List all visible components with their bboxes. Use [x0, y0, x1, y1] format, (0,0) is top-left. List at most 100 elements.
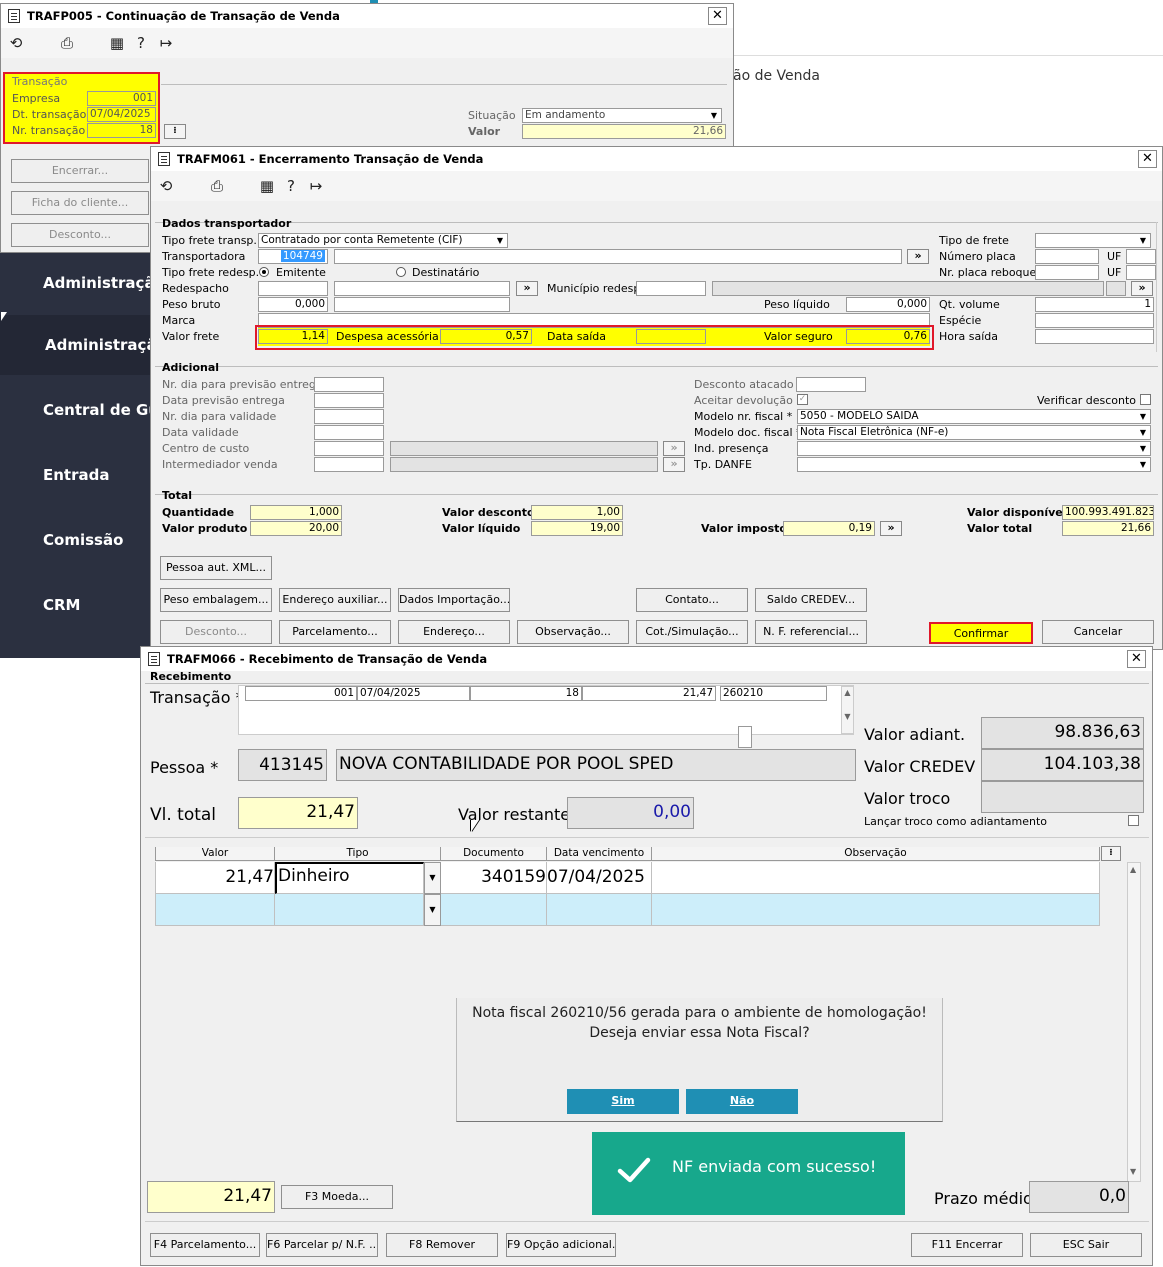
- f9-opcao-button[interactable]: F9 Opção adicional...: [506, 1233, 616, 1257]
- f8-remover-button[interactable]: F8 Remover: [386, 1233, 498, 1257]
- close-icon[interactable]: ✕: [708, 7, 727, 25]
- desconto-button[interactable]: Desconto...: [11, 223, 149, 247]
- nav-item-administracao-2[interactable]: Administração: [0, 315, 150, 375]
- valor-frete-field[interactable]: 1,14: [258, 329, 328, 344]
- f6-parcelar-button[interactable]: F6 Parcelar p/ N.F. ...: [266, 1233, 378, 1257]
- ind-presenca-dropdown[interactable]: ▼: [797, 441, 1151, 456]
- row-vencimento[interactable]: 07/04/2025: [547, 862, 652, 894]
- nr-dia-prev-field[interactable]: [314, 377, 384, 392]
- desconto-061-button[interactable]: Desconto...: [160, 620, 272, 644]
- tp-danfe-dropdown[interactable]: ▼: [797, 457, 1151, 472]
- data-valid-field[interactable]: [314, 425, 384, 440]
- dialog-nao-button[interactable]: Não: [686, 1089, 798, 1114]
- nav-item-administracao-1[interactable]: Administração d: [0, 253, 150, 313]
- endereco-button[interactable]: Endereço...: [398, 620, 510, 644]
- nav-item-central-de-guia[interactable]: Central de Guia: [0, 380, 150, 440]
- transportadora-search-button[interactable]: »: [907, 249, 929, 264]
- nr-dia-valid-field[interactable]: [314, 409, 384, 424]
- chevron-down-icon[interactable]: ▼: [424, 894, 441, 926]
- peso-bruto-extra-field[interactable]: [334, 297, 510, 312]
- qt-volume-field[interactable]: 1: [1035, 297, 1154, 312]
- cancelar-button[interactable]: Cancelar: [1042, 620, 1154, 644]
- intermediador-search-button[interactable]: »: [663, 457, 685, 472]
- centro-custo-search-button[interactable]: »: [663, 441, 685, 456]
- col-header-valor[interactable]: Valor: [155, 847, 275, 861]
- valor-seguro-field[interactable]: 0,76: [846, 329, 930, 344]
- confirmar-button[interactable]: Confirmar: [929, 622, 1033, 644]
- situacao-dropdown[interactable]: Em andamento ▼: [522, 108, 722, 123]
- peso-liquido-field[interactable]: 0,000: [846, 297, 930, 312]
- saldo-credev-button[interactable]: Saldo CREDEV...: [755, 588, 867, 612]
- chevron-down-icon[interactable]: ▼: [424, 862, 441, 894]
- f3-moeda-button[interactable]: F3 Moeda...: [281, 1185, 393, 1209]
- col-header-observacao[interactable]: Observação: [652, 847, 1100, 861]
- verificar-desconto-checkbox[interactable]: [1140, 394, 1151, 405]
- close-icon[interactable]: ✕: [1127, 650, 1146, 668]
- peso-embalagem-button[interactable]: Peso embalagem...: [160, 588, 272, 612]
- modelo-doc-dropdown[interactable]: Nota Fiscal Eletrônica (NF-e) ▼: [797, 425, 1151, 440]
- print-icon[interactable]: ⎙: [208, 178, 226, 196]
- observacao-button[interactable]: Observação...: [517, 620, 629, 644]
- exit-icon[interactable]: ↦: [157, 35, 175, 53]
- col-header-documento[interactable]: Documento: [441, 847, 547, 861]
- numero-placa-field[interactable]: [1035, 249, 1099, 264]
- uf-field-2[interactable]: [1126, 265, 1156, 280]
- undo-icon[interactable]: ⟲: [7, 35, 25, 53]
- transacao-scroll-thumb[interactable]: [738, 726, 752, 748]
- transacao-search-button[interactable]: ⁝: [164, 124, 186, 139]
- encerrar-button[interactable]: Encerrar...: [11, 159, 149, 183]
- transacao-scrollbar[interactable]: ▲ ▼: [841, 686, 854, 734]
- close-icon[interactable]: ✕: [1138, 150, 1157, 168]
- aceitar-devolucao-checkbox[interactable]: ✓: [797, 394, 808, 405]
- endereco-auxiliar-button[interactable]: Endereço auxiliar...: [279, 588, 391, 612]
- nav-item-crm[interactable]: CRM: [0, 575, 150, 635]
- nav-item-entrada[interactable]: Entrada: [0, 445, 150, 505]
- new-row-valor[interactable]: [155, 894, 275, 926]
- data-prev-field[interactable]: [314, 393, 384, 408]
- despesa-field[interactable]: 0,57: [440, 329, 532, 344]
- especie-field[interactable]: [1035, 313, 1154, 328]
- calendar-icon[interactable]: ▦: [108, 35, 126, 53]
- undo-icon[interactable]: ⟲: [157, 178, 175, 196]
- parcelamento-button[interactable]: Parcelamento...: [279, 620, 391, 644]
- redespacho-search-button[interactable]: »: [516, 281, 538, 296]
- new-row-vencimento[interactable]: [547, 894, 652, 926]
- help-icon[interactable]: ?: [132, 35, 150, 53]
- tipo-frete-dropdown[interactable]: ▼: [1035, 233, 1151, 248]
- municipio-code-field[interactable]: [636, 281, 706, 296]
- calendar-icon[interactable]: ▦: [258, 178, 276, 196]
- uf-field-1[interactable]: [1126, 249, 1156, 264]
- municipio-search-button[interactable]: »: [1131, 281, 1153, 296]
- lancar-troco-checkbox[interactable]: [1128, 815, 1139, 826]
- tipo-frete-transp-dropdown[interactable]: Contratado por conta Remetente (CIF) ▼: [258, 233, 508, 248]
- modelo-fiscal-dropdown[interactable]: 5050 - MODELO SAIDA ▼: [797, 409, 1151, 424]
- dados-importacao-button[interactable]: Dados Importação...: [398, 588, 510, 612]
- pessoa-xml-button[interactable]: Pessoa aut. XML...: [160, 556, 272, 580]
- scroll-up-icon[interactable]: ▲: [1130, 865, 1136, 874]
- row-tipo[interactable]: Dinheiro: [275, 862, 424, 894]
- row-documento[interactable]: 340159: [441, 862, 547, 894]
- nf-referencial-button[interactable]: N. F. referencial...: [755, 620, 867, 644]
- grid-scrollbar[interactable]: ▲ ▼: [1127, 862, 1141, 1182]
- emitente-radio[interactable]: [259, 267, 269, 277]
- dialog-sim-button[interactable]: Sim: [567, 1089, 679, 1114]
- cot-simulacao-button[interactable]: Cot./Simulação...: [636, 620, 748, 644]
- desconto-atacado-field[interactable]: [796, 377, 866, 392]
- grid-options-button[interactable]: ⁝: [1101, 846, 1121, 861]
- help-icon[interactable]: ?: [282, 178, 300, 196]
- esc-sair-button[interactable]: ESC Sair: [1030, 1233, 1142, 1257]
- f11-encerrar-button[interactable]: F11 Encerrar: [911, 1233, 1023, 1257]
- contato-button[interactable]: Contato...: [636, 588, 748, 612]
- scroll-down-icon[interactable]: ▼: [1130, 1167, 1136, 1176]
- new-row-documento[interactable]: [441, 894, 547, 926]
- intermediador-code-field[interactable]: [314, 457, 384, 472]
- valor-imposto-detail-button[interactable]: »: [880, 521, 902, 536]
- redespacho-code-field[interactable]: [258, 281, 328, 296]
- data-saida-field[interactable]: [636, 329, 706, 344]
- placa-reboque-field[interactable]: [1035, 265, 1099, 280]
- new-row-observacao[interactable]: [652, 894, 1100, 926]
- new-row-tipo[interactable]: [275, 894, 424, 926]
- row-observacao[interactable]: [652, 862, 1100, 894]
- redespacho-name-field[interactable]: [334, 281, 510, 296]
- col-header-tipo[interactable]: Tipo: [275, 847, 441, 861]
